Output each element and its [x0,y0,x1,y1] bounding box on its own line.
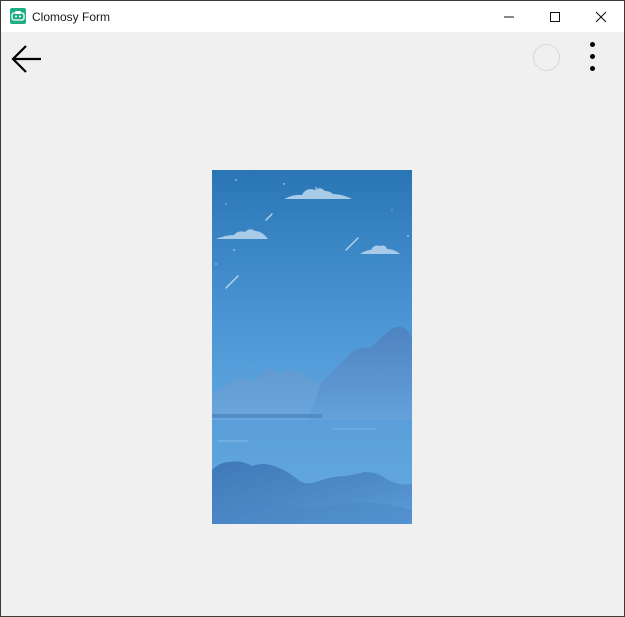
night-sky-illustration [212,170,412,524]
splash-image [212,170,412,524]
minimize-icon [504,16,514,18]
maximize-icon [550,12,560,22]
close-icon [595,11,607,23]
more-vertical-icon-dot [590,42,595,47]
close-button[interactable] [578,1,624,32]
more-vertical-icon-dot [590,66,595,71]
minimize-button[interactable] [486,1,532,32]
status-circle-icon[interactable] [533,44,560,71]
more-vertical-icon-dot [590,54,595,59]
title-bar[interactable]: Clomosy Form [1,1,624,32]
more-menu-button[interactable] [581,40,605,76]
app-icon [10,8,26,24]
form-toolbar [1,32,624,84]
window-title: Clomosy Form [32,10,111,24]
arrow-left-icon [11,45,41,73]
back-button[interactable] [7,39,47,79]
maximize-button[interactable] [532,1,578,32]
app-window: Clomosy Form [0,0,625,617]
